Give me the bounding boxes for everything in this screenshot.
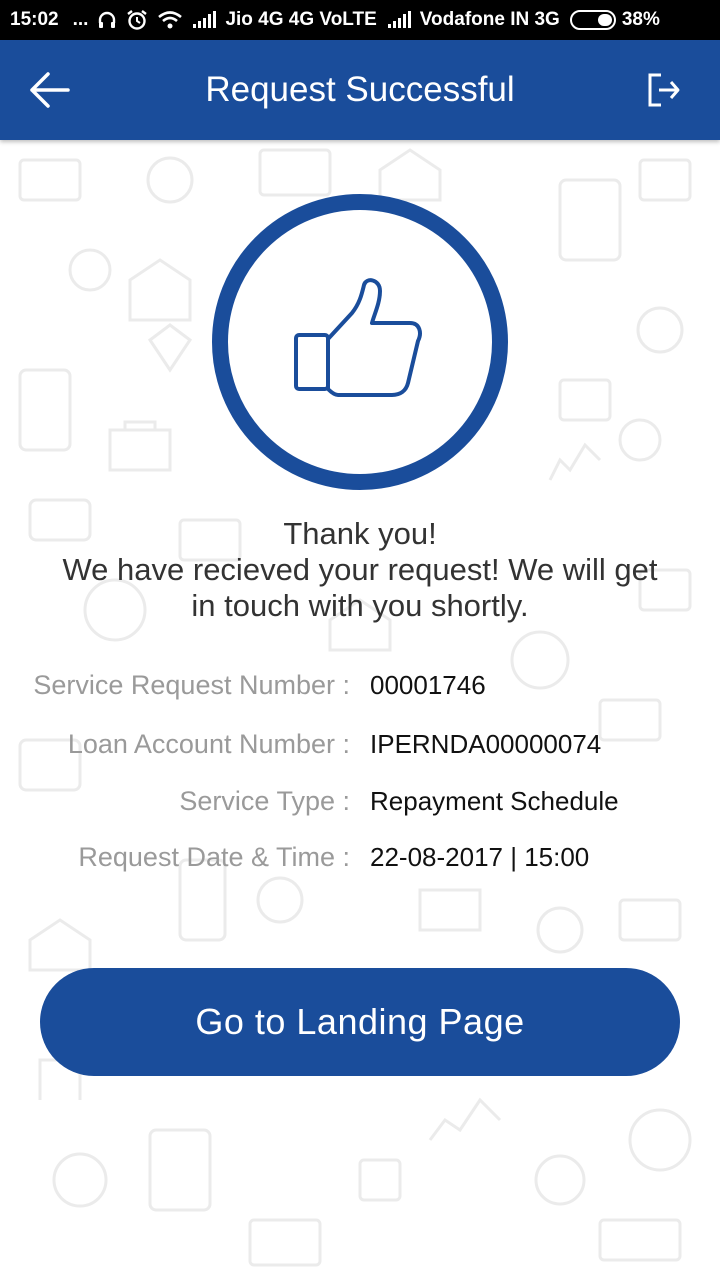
more-dots-icon: ...: [72, 9, 89, 30]
logout-button[interactable]: [644, 70, 684, 110]
go-to-landing-page-button[interactable]: Go to Landing Page: [40, 968, 680, 1076]
detail-label: Service Type :: [179, 786, 350, 816]
signal-icon-2: [387, 11, 411, 29]
detail-value: 00001746: [370, 670, 486, 700]
detail-value: 22-08-2017 | 15:00: [370, 842, 590, 872]
battery-percent: 38%: [621, 9, 660, 30]
headphones-icon: [97, 10, 117, 30]
carrier-2: Vodafone IN 3G: [419, 9, 560, 30]
page-title: Request Successful: [205, 70, 515, 109]
detail-row-request-date-time: Request Date & Time : 22-08-2017 | 15:00: [0, 842, 720, 882]
detail-row-loan-account-number: Loan Account Number : IPERNDA00000074: [0, 729, 720, 769]
detail-value: IPERNDA00000074: [370, 729, 602, 759]
detail-label: Request Date & Time :: [78, 842, 350, 872]
wifi-icon: [157, 10, 183, 30]
status-bar: 15:02 ... Jio 4G 4G VoLTE Vodafone IN 3G…: [0, 0, 720, 40]
battery-icon: [569, 10, 616, 30]
success-circle: [212, 194, 508, 490]
detail-row-service-request-number: Service Request Number : 00001746: [0, 670, 720, 710]
thank-you-message: Thank you! We have recieved your request…: [30, 516, 690, 624]
back-arrow-icon: [30, 72, 70, 108]
thanks-line-1: Thank you!: [283, 516, 437, 551]
logout-icon: [648, 73, 680, 107]
alarm-icon: [126, 9, 148, 31]
back-button[interactable]: [28, 70, 72, 110]
thumbs-up-icon: [294, 278, 422, 397]
detail-value: Repayment Schedule: [370, 786, 619, 816]
thanks-line-2: We have recieved your request! We will g…: [62, 552, 658, 587]
app-bar: Request Successful: [0, 40, 720, 140]
signal-icon: [192, 11, 217, 29]
detail-label: Loan Account Number :: [67, 729, 350, 759]
thanks-line-3: in touch with you shortly.: [191, 588, 529, 623]
detail-label: Service Request Number :: [33, 670, 350, 700]
carrier-1: Jio 4G 4G VoLTE: [225, 9, 377, 30]
status-time: 15:02: [10, 9, 59, 30]
detail-row-service-type: Service Type : Repayment Schedule: [0, 786, 720, 826]
